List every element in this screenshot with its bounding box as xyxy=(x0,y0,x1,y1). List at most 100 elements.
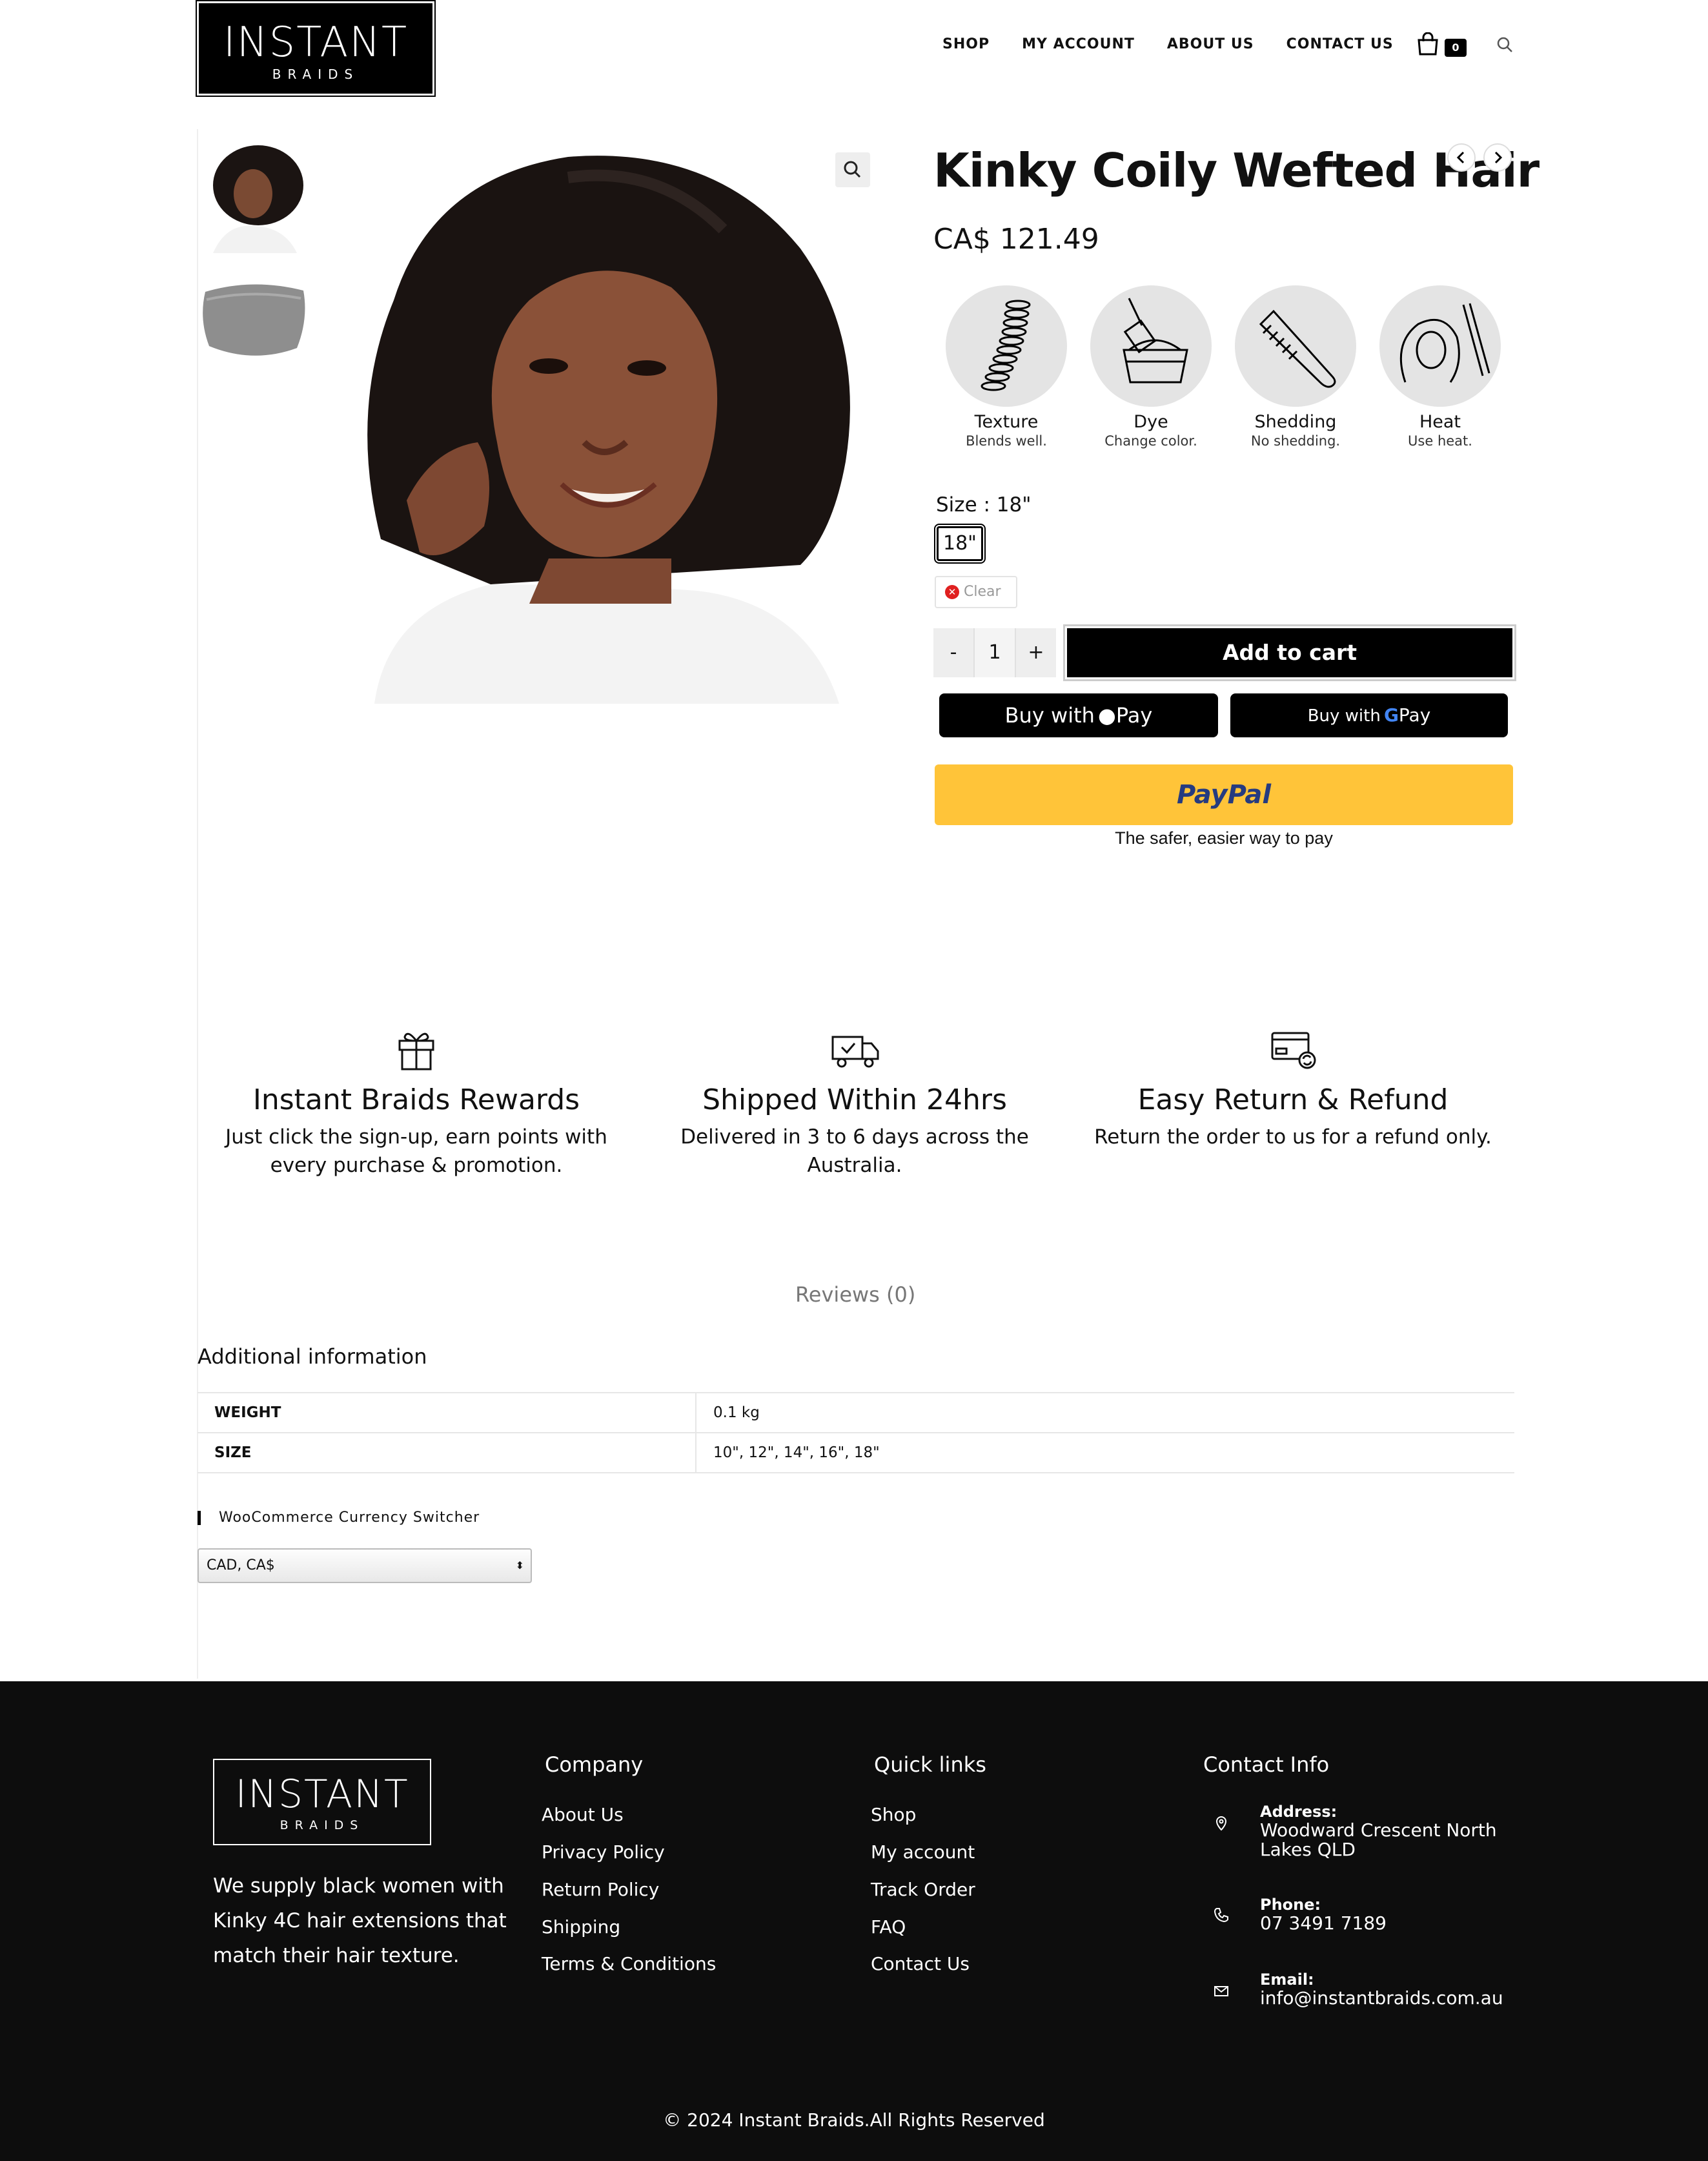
next-product-arrow[interactable] xyxy=(1483,143,1512,172)
quantity-stepper: - 1 + xyxy=(933,628,1056,677)
footer-link-return-policy[interactable]: Return Policy xyxy=(542,1879,659,1900)
feature-shedding: Shedding No shedding. xyxy=(1228,285,1363,449)
apple-icon: ● xyxy=(1098,703,1116,728)
site-logo[interactable]: INSTANT BRAIDS xyxy=(196,0,436,97)
thumbnail-hair-bundle[interactable] xyxy=(200,274,307,384)
feature-name: Shedding xyxy=(1254,412,1337,432)
feature-heat: Heat Use heat. xyxy=(1372,285,1508,449)
comb-icon xyxy=(1235,285,1356,407)
google-pay-button[interactable]: Buy with GPay xyxy=(1230,693,1508,737)
chevron-right-icon xyxy=(1494,151,1503,164)
phone-icon xyxy=(1214,1908,1228,1923)
cart-count-badge[interactable]: 0 xyxy=(1445,39,1467,57)
apple-pay-button[interactable]: Buy with ●Pay xyxy=(939,693,1218,737)
footer-link-faq[interactable]: FAQ xyxy=(871,1916,906,1938)
address-label: Address: xyxy=(1260,1803,1337,1821)
size-selected: 18" xyxy=(996,493,1032,517)
attribute-value: 0.1 kg xyxy=(696,1392,1514,1433)
paypal-logo: PayPal xyxy=(1176,780,1272,810)
size-swatch-18[interactable]: 18" xyxy=(934,524,986,564)
feature-name: Heat xyxy=(1419,412,1461,432)
table-row: SIZE 10", 12", 14", 16", 18" xyxy=(198,1432,1514,1473)
feature-desc: Blends well. xyxy=(966,433,1047,449)
clear-button[interactable]: ✕ Clear xyxy=(935,576,1017,608)
magnifier-icon xyxy=(844,161,861,178)
benefit-title: Shipped Within 24hrs xyxy=(702,1083,1007,1116)
main-nav: SHOP MY ACCOUNT ABOUT US CONTACT US xyxy=(942,36,1426,52)
footer-phone: Phone: 07 3491 7189 xyxy=(1260,1896,1531,1933)
qty-plus-button[interactable]: + xyxy=(1016,628,1056,677)
footer-link-terms[interactable]: Terms & Conditions xyxy=(542,1953,716,1974)
google-pay-suffix: Pay xyxy=(1398,704,1431,726)
card-refund-icon xyxy=(1271,1032,1316,1069)
attributes-table: WEIGHT 0.1 kg SIZE 10", 12", 14", 16", 1… xyxy=(198,1392,1514,1473)
benefit-desc: Return the order to us for a refund only… xyxy=(1094,1125,1492,1149)
footer-logo[interactable]: INSTANT BRAIDS xyxy=(213,1759,431,1845)
prev-product-arrow[interactable] xyxy=(1447,143,1476,172)
search-icon[interactable] xyxy=(1496,36,1513,53)
product-price: CA$ 121.49 xyxy=(933,223,1099,256)
copyright: © 2024 Instant Braids.All Rights Reserve… xyxy=(663,2109,1045,2131)
curling-iron-icon xyxy=(1379,285,1501,407)
product-main-image[interactable] xyxy=(336,139,871,704)
footer-about-text: We supply black women with Kinky 4C hair… xyxy=(213,1874,507,1967)
google-g-icon: G xyxy=(1383,704,1399,726)
phone-label: Phone: xyxy=(1260,1896,1321,1914)
footer-link-about-us[interactable]: About Us xyxy=(542,1804,624,1825)
logo-title: INSTANT xyxy=(223,19,409,67)
chevron-left-icon xyxy=(1456,151,1465,164)
benefit-refund: Easy Return & Refund Return the order to… xyxy=(1080,1027,1506,1151)
nav-contact-us[interactable]: CONTACT US xyxy=(1286,36,1394,52)
email-label: Email: xyxy=(1260,1971,1314,1989)
tab-reviews[interactable]: Reviews (0) xyxy=(795,1282,915,1307)
feature-desc: Use heat. xyxy=(1408,433,1472,449)
nav-shop[interactable]: SHOP xyxy=(942,36,990,52)
table-row: WEIGHT 0.1 kg xyxy=(198,1392,1514,1433)
attribute-key: SIZE xyxy=(198,1432,696,1473)
qty-minus-button[interactable]: - xyxy=(933,628,973,677)
email-value[interactable]: info@instantbraids.com.au xyxy=(1260,1989,1544,2008)
feature-name: Texture xyxy=(974,412,1039,432)
feature-dye: Dye Change color. xyxy=(1083,285,1219,449)
footer-logo-subtitle: BRAIDS xyxy=(280,1818,365,1832)
phone-value[interactable]: 07 3491 7189 xyxy=(1260,1914,1531,1933)
qty-input[interactable]: 1 xyxy=(973,628,1016,677)
currency-widget-title: WooCommerce Currency Switcher xyxy=(198,1511,480,1525)
size-label-text: Size xyxy=(936,493,977,517)
currency-select[interactable]: CAD, CA$ ⬍ xyxy=(198,1548,532,1583)
feature-name: Dye xyxy=(1134,412,1168,432)
gift-icon xyxy=(398,1032,434,1070)
currency-selected: CAD, CA$ xyxy=(207,1557,275,1573)
feature-desc: Change color. xyxy=(1104,433,1197,449)
add-to-cart-button[interactable]: Add to cart xyxy=(1065,626,1514,679)
attribute-key: WEIGHT xyxy=(198,1392,696,1433)
truck-icon xyxy=(831,1036,879,1068)
nav-my-account[interactable]: MY ACCOUNT xyxy=(1022,36,1135,52)
paypal-button[interactable]: PayPal xyxy=(935,764,1513,825)
footer-email: Email: info@instantbraids.com.au xyxy=(1260,1971,1544,2008)
footer-link-shipping[interactable]: Shipping xyxy=(542,1916,620,1938)
footer-link-my-account[interactable]: My account xyxy=(871,1841,975,1863)
zoom-button[interactable] xyxy=(835,152,870,187)
apple-pay-prefix: Buy with xyxy=(1004,703,1095,728)
footer-quick-links-heading: Quick links xyxy=(874,1752,986,1777)
feature-texture: Texture Blends well. xyxy=(939,285,1074,449)
attribute-value: 10", 12", 14", 16", 18" xyxy=(696,1432,1514,1473)
dye-bowl-icon xyxy=(1090,285,1212,407)
footer-contact-heading: Contact Info xyxy=(1203,1752,1330,1777)
benefit-desc: Just click the sign-up, earn points with… xyxy=(225,1125,607,1177)
footer-address: Address: Woodward Crescent North Lakes Q… xyxy=(1260,1803,1531,1859)
footer-link-track-order[interactable]: Track Order xyxy=(871,1879,975,1900)
footer-link-contact-us[interactable]: Contact Us xyxy=(871,1953,970,1974)
thumbnail-model[interactable] xyxy=(200,143,307,253)
benefit-title: Easy Return & Refund xyxy=(1137,1083,1449,1116)
additional-info-title: Additional information xyxy=(198,1344,427,1369)
email-icon xyxy=(1214,1986,1228,1996)
select-arrows-icon: ⬍ xyxy=(515,1559,524,1572)
footer-link-shop[interactable]: Shop xyxy=(871,1804,916,1825)
footer-link-privacy-policy[interactable]: Privacy Policy xyxy=(542,1841,665,1863)
feature-desc: No shedding. xyxy=(1250,433,1341,449)
logo-subtitle: BRAIDS xyxy=(272,67,360,82)
shopping-bag-icon[interactable] xyxy=(1415,32,1441,56)
nav-about-us[interactable]: ABOUT US xyxy=(1167,36,1254,52)
